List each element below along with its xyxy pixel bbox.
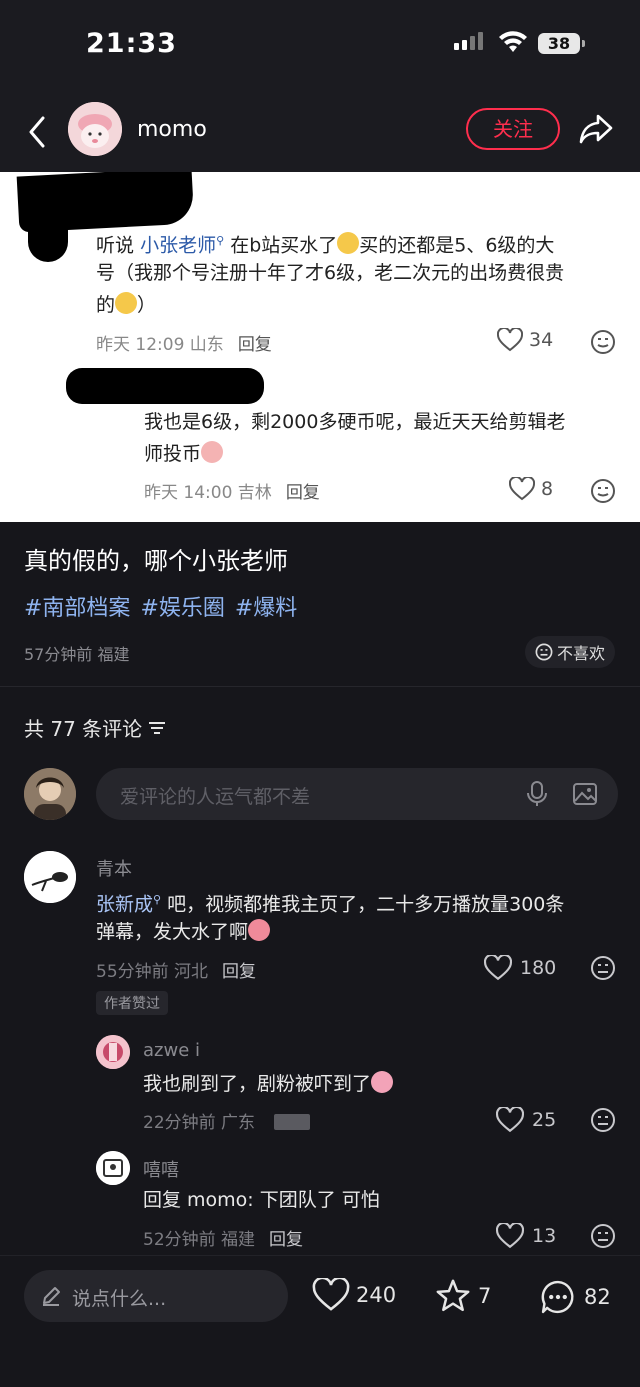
quoted-like: 34: [497, 328, 553, 352]
say-something-placeholder: 说点什么...: [72, 1288, 167, 1310]
redacted-reply-username: [66, 368, 264, 404]
quoted-comment-meta: 昨天 12:09 山东 回复: [96, 335, 272, 355]
status-time: 21:33: [86, 28, 177, 59]
comment-text: 回复 momo: 下团队了 可怕: [143, 1189, 380, 1211]
dislike-label: 不喜欢: [556, 644, 605, 663]
reply-button[interactable]: 回复: [269, 1230, 303, 1250]
emoji-face-icon: [535, 643, 553, 661]
search-icon: ⚲: [216, 234, 225, 247]
emoji-face-icon[interactable]: [590, 1107, 616, 1133]
commenter-avatar[interactable]: [96, 1151, 130, 1185]
commenter-name[interactable]: 青本: [96, 855, 132, 881]
comment-text: 张新成⚲ 吧，视频都推我主页了，二十多万播放量300条: [96, 893, 565, 916]
comment-count[interactable]: 共 77 条评论: [24, 713, 166, 742]
heart-icon: [484, 955, 512, 981]
my-avatar: [24, 768, 76, 820]
back-arrow-icon[interactable]: [24, 112, 50, 152]
collect-count: 7: [478, 1284, 492, 1308]
quoted-reply-text: 我也是6级，剩2000多硬币呢，最近天天给剪辑老: [144, 411, 566, 433]
search-icon: ⚲: [153, 893, 162, 906]
battery-indicator: 38: [538, 33, 585, 54]
collect-button[interactable]: 7: [434, 1278, 491, 1314]
emoji-icon: [115, 292, 138, 314]
post-like-count: 240: [356, 1283, 397, 1307]
dislike-button[interactable]: 不喜欢: [525, 636, 615, 668]
heart-icon: [496, 1223, 524, 1249]
like-count: 180: [520, 957, 557, 979]
say-something-input[interactable]: 说点什么...: [24, 1270, 288, 1322]
follow-button[interactable]: 关注: [466, 108, 560, 150]
emoji-face-icon[interactable]: [590, 1223, 616, 1249]
like-count: 13: [532, 1225, 557, 1247]
like-button[interactable]: 25: [496, 1107, 556, 1133]
tag-list: #南部档案 #娱乐圈 #爆料: [24, 590, 297, 622]
tag-link[interactable]: #南部档案: [24, 590, 130, 622]
scared-emoji-icon: [371, 1071, 394, 1093]
commenter-avatar[interactable]: [24, 851, 76, 903]
post-image[interactable]: 听说 小张老师⚲ 在b站买水了 买的还都是5、6级的大 号（我那个号注册十年了才6…: [0, 172, 640, 522]
heart-icon: [497, 328, 523, 352]
comment-count-bottom: 82: [584, 1285, 611, 1309]
crying-emoji-icon: [248, 919, 271, 941]
sort-icon: [149, 721, 166, 734]
reply-button[interactable]: [274, 1114, 311, 1130]
status-bar: 21:33 38: [0, 0, 640, 90]
tag-link[interactable]: #娱乐圈: [140, 590, 224, 622]
image-icon[interactable]: [572, 781, 598, 807]
comment-input-placeholder: 爱评论的人运气都不差: [120, 786, 311, 808]
commenter-avatar[interactable]: [96, 1035, 130, 1069]
heart-icon: [496, 1107, 524, 1133]
like-post-button[interactable]: 240: [312, 1278, 396, 1312]
comment-button[interactable]: 82: [538, 1278, 611, 1316]
cellular-signal-icon: [454, 32, 483, 50]
tag-link[interactable]: #爆料: [235, 590, 297, 622]
pen-icon: [43, 1287, 60, 1306]
like-button[interactable]: 13: [496, 1223, 556, 1249]
comment-meta: 22分钟前 广东: [143, 1108, 311, 1133]
comment-input[interactable]: 爱评论的人运气都不差: [96, 768, 618, 820]
mention-link[interactable]: 张新成: [96, 893, 153, 915]
microphone-icon[interactable]: [526, 780, 548, 808]
wifi-icon: [499, 31, 527, 52]
emoji-icon: [337, 232, 360, 255]
star-icon: [436, 1279, 470, 1312]
emoji-face-icon: [591, 479, 615, 503]
quoted-comment-text-line2: 号（我那个号注册十年了才6级，老二次元的出场费很贵: [96, 262, 565, 284]
comment-bubble-icon: [541, 1280, 574, 1314]
author-liked-badge: 作者赞过: [96, 991, 168, 1015]
redacted-avatar: [28, 182, 68, 262]
commenter-name[interactable]: azwe i: [143, 1040, 200, 1061]
note-header: momo 关注: [0, 90, 640, 172]
emoji-icon: [201, 441, 224, 463]
author-avatar[interactable]: [68, 102, 122, 156]
quoted-comment-text: 听说 小张老师⚲ 在b站买水了 买的还都是5、6级的大: [96, 232, 555, 257]
heart-icon: [312, 1278, 350, 1311]
divider: [0, 686, 640, 687]
comment-text: 我也刷到了，剧粉被吓到了: [143, 1068, 394, 1100]
comment-meta: 55分钟前 河北 回复: [96, 962, 257, 982]
post-meta: 57分钟前 福建: [24, 645, 130, 664]
comment-meta: 52分钟前 福建 回复: [143, 1230, 304, 1250]
quoted-comment-text-line3: 的）: [96, 292, 157, 316]
like-count: 25: [532, 1109, 557, 1131]
author-name[interactable]: momo: [137, 117, 207, 142]
emoji-face-icon: [591, 330, 615, 354]
like-button[interactable]: 180: [484, 955, 556, 981]
heart-icon: [509, 477, 535, 501]
quoted-reply-text-line2: 师投币: [144, 438, 224, 470]
comment-text-line2: 弹幕，发大水了啊: [96, 916, 271, 948]
reply-button[interactable]: 回复: [222, 962, 256, 982]
emoji-face-icon[interactable]: [590, 955, 616, 981]
mention-link: 小张老师: [140, 234, 217, 257]
commenter-name[interactable]: 嘻嘻: [143, 1156, 179, 1182]
quoted-reply-meta: 昨天 14:00 吉林 回复: [144, 483, 320, 503]
bottom-action-bar: 说点什么... 240 7 82: [0, 1255, 640, 1387]
post-title: 真的假的，哪个小张老师: [24, 547, 288, 575]
share-icon[interactable]: [578, 110, 614, 146]
quoted-reply-like: 8: [509, 477, 553, 501]
